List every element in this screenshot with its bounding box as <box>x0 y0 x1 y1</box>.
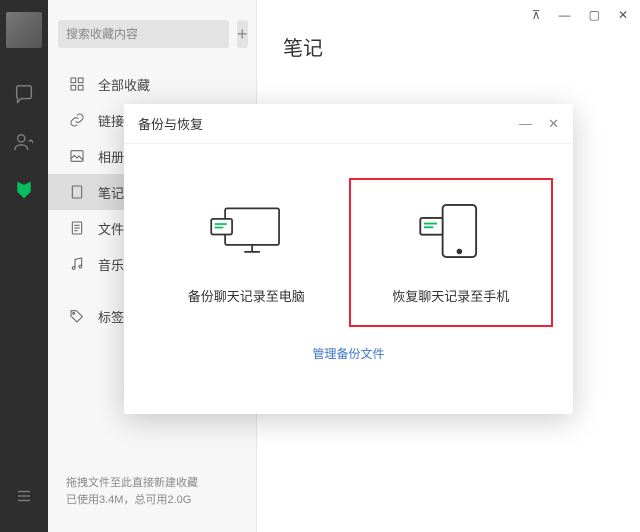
grid-icon <box>68 75 86 93</box>
dialog-header: 备份与恢复 — ✕ <box>124 104 573 144</box>
dialog-close-icon[interactable]: ✕ <box>548 116 559 132</box>
cat-label: 文件 <box>98 219 124 238</box>
cat-label: 笔记 <box>98 183 124 202</box>
image-icon <box>68 147 86 165</box>
contacts-icon[interactable] <box>0 118 48 166</box>
left-nav <box>0 0 48 532</box>
monitor-icon <box>206 200 286 262</box>
favorites-icon[interactable] <box>0 166 48 214</box>
window-controls: ⊼ — ▢ ✕ <box>257 0 640 22</box>
hint-line1: 拖拽文件至此直接新建收藏 <box>66 475 238 493</box>
pin-icon[interactable]: ⊼ <box>532 8 541 22</box>
dialog-minimize-icon[interactable]: — <box>519 116 532 131</box>
hint-line2: 已使用3.4M，总可用2.0G <box>66 492 238 510</box>
restore-label: 恢复聊天记录至手机 <box>392 286 509 305</box>
cat-label: 链接 <box>98 111 124 130</box>
page-title: 笔记 <box>257 22 640 71</box>
note-icon <box>68 183 86 201</box>
cat-label: 音乐 <box>98 255 124 274</box>
tag-icon <box>68 307 86 325</box>
search-input[interactable] <box>58 20 229 48</box>
cat-label: 全部收藏 <box>98 75 150 94</box>
cat-label: 标签 <box>98 307 124 326</box>
backup-to-pc-option[interactable]: 备份聊天记录至电脑 <box>144 178 349 327</box>
file-icon <box>68 219 86 237</box>
cat-all[interactable]: 全部收藏 <box>48 66 256 102</box>
link-icon <box>68 111 86 129</box>
maximize-icon[interactable]: ▢ <box>589 8 600 22</box>
add-button[interactable]: + <box>237 20 248 48</box>
storage-hint: 拖拽文件至此直接新建收藏 已使用3.4M，总可用2.0G <box>48 475 256 532</box>
close-icon[interactable]: ✕ <box>618 8 628 22</box>
backup-label: 备份聊天记录至电脑 <box>188 286 305 305</box>
dialog-title: 备份与恢复 <box>138 114 203 133</box>
chat-icon[interactable] <box>0 70 48 118</box>
avatar[interactable] <box>6 12 42 48</box>
manage-backup-link[interactable]: 管理备份文件 <box>312 347 384 361</box>
backup-dialog: 备份与恢复 — ✕ 备份聊天记录至电脑 <box>124 104 573 414</box>
music-icon <box>68 255 86 273</box>
restore-to-phone-option[interactable]: 恢复聊天记录至手机 <box>349 178 554 327</box>
menu-icon[interactable] <box>0 472 48 520</box>
cat-label: 相册 <box>98 147 124 166</box>
minimize-icon[interactable]: — <box>559 8 571 22</box>
phone-icon <box>411 200 491 262</box>
